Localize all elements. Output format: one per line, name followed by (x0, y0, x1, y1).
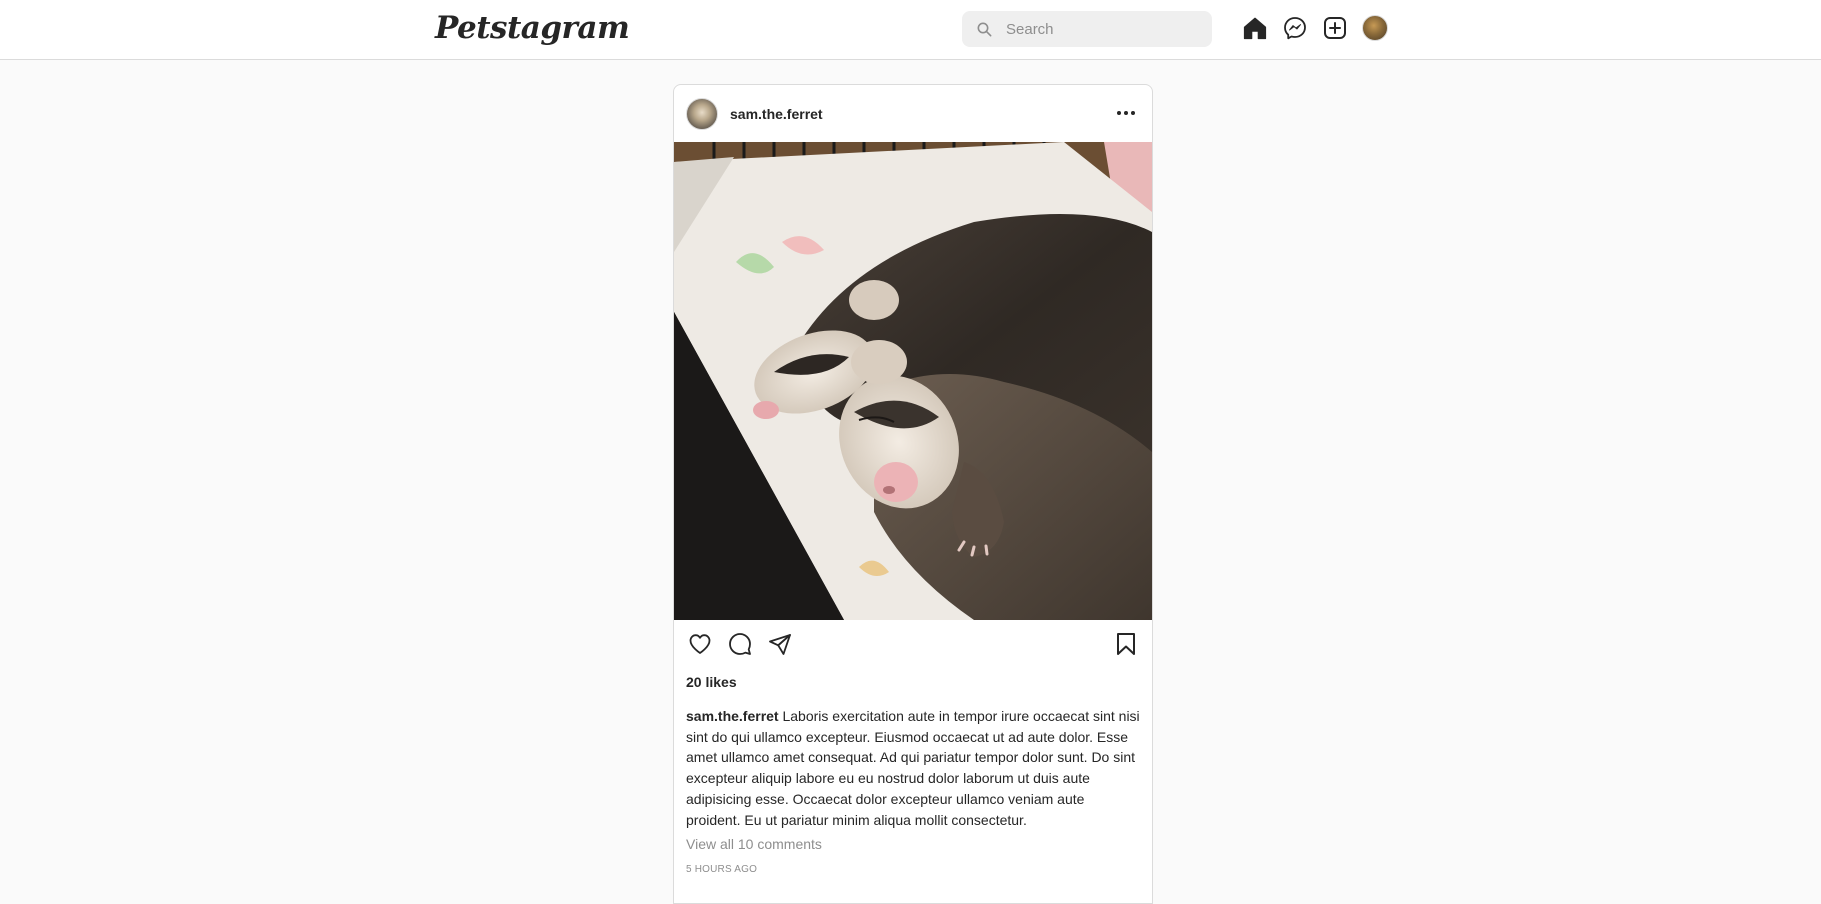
post-photo[interactable] (674, 142, 1152, 620)
comment-icon[interactable] (726, 630, 754, 658)
profile-avatar[interactable] (1362, 15, 1388, 41)
caption-username[interactable]: sam.the.ferret (686, 708, 779, 724)
post-card: sam.the.ferret 20 likes sam.the.ferret L… (673, 84, 1153, 904)
new-post-icon[interactable] (1322, 15, 1348, 41)
two-sleeping-ferrets-photo (674, 142, 1152, 620)
like-heart-icon[interactable] (686, 630, 714, 658)
more-options-icon[interactable] (1112, 99, 1140, 127)
view-all-comments-link[interactable]: View all 10 comments (674, 830, 1152, 852)
post-actions (674, 620, 1152, 668)
search-icon (977, 22, 992, 37)
post-username[interactable]: sam.the.ferret (730, 106, 823, 122)
post-timestamp: 5 HOURS AGO (686, 864, 758, 876)
save-bookmark-icon[interactable] (1112, 630, 1140, 658)
post-author-avatar[interactable] (686, 97, 718, 130)
share-send-icon[interactable] (766, 630, 794, 658)
post-caption: sam.the.ferret Laboris exercitation aute… (674, 694, 1152, 830)
post-header: sam.the.ferret (674, 85, 1152, 142)
messenger-icon[interactable] (1282, 15, 1308, 41)
search-input[interactable] (1004, 19, 1194, 39)
nav-icon-group (1242, 15, 1388, 41)
top-navigation-bar: Petstagram (0, 0, 1821, 60)
likes-count[interactable]: 20 likes (674, 668, 1152, 694)
home-icon[interactable] (1242, 15, 1268, 41)
search-box[interactable] (962, 11, 1212, 47)
caption-text: Laboris exercitation aute in tempor irur… (686, 708, 1140, 828)
app-logo[interactable]: Petstagram (435, 6, 630, 50)
